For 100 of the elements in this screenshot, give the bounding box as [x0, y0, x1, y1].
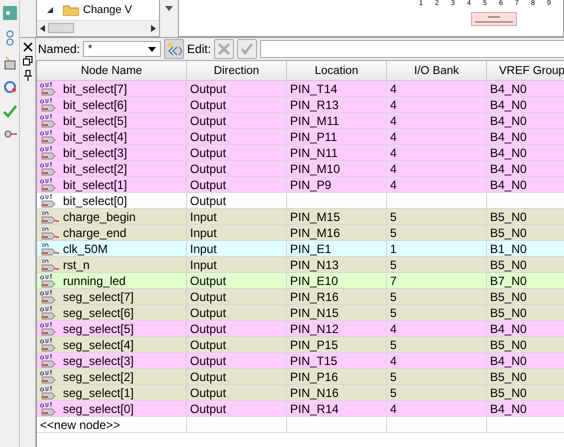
location-text: PIN_P9	[290, 178, 332, 192]
dropdown-arrow-icon	[148, 46, 156, 52]
table-row[interactable]: seg_select[4] Output PIN_P15 5 B5_N0	[37, 337, 564, 353]
direction-text: Output	[190, 178, 226, 192]
table-row[interactable]: charge_end Input PIN_M16 5 B5_N0	[37, 225, 564, 241]
io-bank-text: 5	[390, 338, 397, 352]
table-row[interactable]: bit_select[4] Output PIN_P11 4 B4_N0	[37, 129, 564, 145]
edit-field[interactable]	[260, 40, 564, 58]
column-header[interactable]: I/O Bank	[387, 61, 487, 80]
named-label: Named:	[38, 42, 80, 56]
table-row[interactable]: charge_begin Input PIN_M15 5 B5_N0	[37, 209, 564, 225]
table-row[interactable]: bit_select[6] Output PIN_R13 4 B4_N0	[37, 97, 564, 113]
location-text: PIN_R16	[290, 290, 339, 304]
vref-group-text: B4_N0	[490, 130, 527, 144]
node-name: bit_select[7]	[63, 82, 128, 96]
direction-text: Output	[190, 194, 226, 208]
location-text: PIN_N12	[290, 322, 339, 336]
scroll-right-icon[interactable]	[151, 24, 156, 32]
column-header[interactable]: VREF Group	[487, 61, 564, 80]
close-icon[interactable]	[22, 42, 32, 52]
input-pin-icon	[40, 257, 60, 272]
io-bank-text: 4	[390, 130, 397, 144]
vref-group-text: B4_N0	[490, 402, 527, 416]
scroll-left-icon[interactable]	[40, 24, 45, 32]
tree-item[interactable]: Change V	[83, 4, 132, 16]
check-icon[interactable]	[2, 104, 16, 118]
io-bank-text: 4	[390, 98, 397, 112]
table-row[interactable]: seg_select[3] Output PIN_T15 4 B4_N0	[37, 353, 564, 369]
direction-text: Output	[190, 114, 226, 128]
node-name: running_led	[63, 274, 126, 288]
node-finder-button[interactable]	[164, 39, 184, 59]
io-bank-text: 5	[390, 290, 397, 304]
column-header[interactable]: Location	[287, 61, 387, 80]
input-pin-icon	[40, 241, 60, 256]
location-text: PIN_T14	[290, 82, 338, 96]
location-text: PIN_R13	[290, 98, 339, 112]
refresh-icon[interactable]	[2, 80, 16, 94]
io-bank-text: 5	[390, 370, 397, 384]
vref-group-text: B4_N0	[490, 114, 527, 128]
table-row[interactable]: bit_select[1] Output PIN_P9 4 B4_N0	[37, 177, 564, 193]
direction-text: Output	[190, 354, 226, 368]
table-row[interactable]: bit_select[0] Output	[37, 193, 564, 209]
vref-group-text: B4_N0	[490, 322, 527, 336]
node-name: bit_select[0]	[63, 194, 128, 208]
io-bank-text: 4	[390, 402, 397, 416]
table-row[interactable]: seg_select[2] Output PIN_P16 5 B5_N0	[37, 369, 564, 385]
table-row[interactable]: bit_select[5] Output PIN_M11 4 B4_N0	[37, 113, 564, 129]
node-name: seg_select[4]	[63, 338, 134, 352]
scroll-down-icon[interactable]	[164, 6, 174, 12]
vref-group-text: B7_N0	[490, 274, 527, 288]
table-row[interactable]: clk_50M Input PIN_E1 1 B1_N0	[37, 241, 564, 257]
direction-text: Output	[190, 338, 226, 352]
location-text: PIN_N13	[290, 258, 339, 272]
io-bank-text: 4	[390, 354, 397, 368]
node-name: seg_select[3]	[63, 354, 134, 368]
direction-text: Output	[190, 146, 226, 160]
direction-text: Output	[190, 98, 226, 112]
table-row[interactable]: seg_select[1] Output PIN_N16 5 B5_N0	[37, 385, 564, 401]
new-node-entry[interactable]: <<new node>>	[40, 418, 120, 432]
table-row[interactable]: seg_select[0] Output PIN_R14 4 B4_N0	[37, 401, 564, 417]
node-name: bit_select[2]	[63, 162, 128, 176]
table-row[interactable]: rst_n Input PIN_N13 5 B5_N0	[37, 257, 564, 273]
io-bank-text: 5	[390, 258, 397, 272]
io-bank-text: 4	[390, 114, 397, 128]
table-row[interactable]: bit_select[2] Output PIN_M10 4 B4_N0	[37, 161, 564, 177]
vref-group-text: B5_N0	[490, 210, 527, 224]
column-header[interactable]: Node Name	[37, 61, 187, 80]
node-name: bit_select[6]	[63, 98, 128, 112]
table-row[interactable]: seg_select[7] Output PIN_R16 5 B5_N0	[37, 289, 564, 305]
io-bank-text: 4	[390, 178, 397, 192]
vref-group-text: B1_N0	[490, 242, 527, 256]
pin-icon[interactable]	[24, 70, 32, 81]
location-text: PIN_P15	[290, 338, 338, 352]
io-bank-text: 5	[390, 210, 397, 224]
table-row[interactable]: seg_select[5] Output PIN_N12 4 B4_N0	[37, 321, 564, 337]
node-name: charge_begin	[63, 210, 136, 224]
named-dropdown[interactable]: *	[83, 41, 162, 57]
direction-text: Output	[190, 130, 226, 144]
vref-group-text: B5_N0	[490, 386, 527, 400]
table-row[interactable]: bit_select[7] Output PIN_T14 4 B4_N0	[37, 81, 564, 97]
table-row[interactable]: seg_select[6] Output PIN_N15 5 B5_N0	[37, 305, 564, 321]
column-header[interactable]: Direction	[187, 61, 287, 80]
input-pin-icon	[40, 225, 60, 240]
io-bank-text: 5	[390, 226, 397, 240]
node-name: rst_n	[63, 258, 90, 272]
direction-text: Output	[190, 274, 226, 288]
direction-text: Output	[190, 370, 226, 384]
node-drawing	[471, 12, 517, 26]
table-row[interactable]: running_led Output PIN_E10 7 B7_N0	[37, 273, 564, 289]
vref-group-text: B5_N0	[490, 290, 527, 304]
node-name: seg_select[1]	[63, 386, 134, 400]
vref-group-text: B4_N0	[490, 82, 527, 96]
restore-icon[interactable]	[22, 56, 32, 66]
direction-text: Output	[190, 82, 226, 96]
scrollbar-thumb[interactable]	[48, 23, 74, 33]
node-name: bit_select[3]	[63, 146, 128, 160]
table-row[interactable]: bit_select[3] Output PIN_N11 4 B4_N0	[37, 145, 564, 161]
direction-text: Output	[190, 290, 226, 304]
collapse-arrow-icon[interactable]	[47, 7, 53, 13]
io-bank-text: 5	[390, 386, 397, 400]
